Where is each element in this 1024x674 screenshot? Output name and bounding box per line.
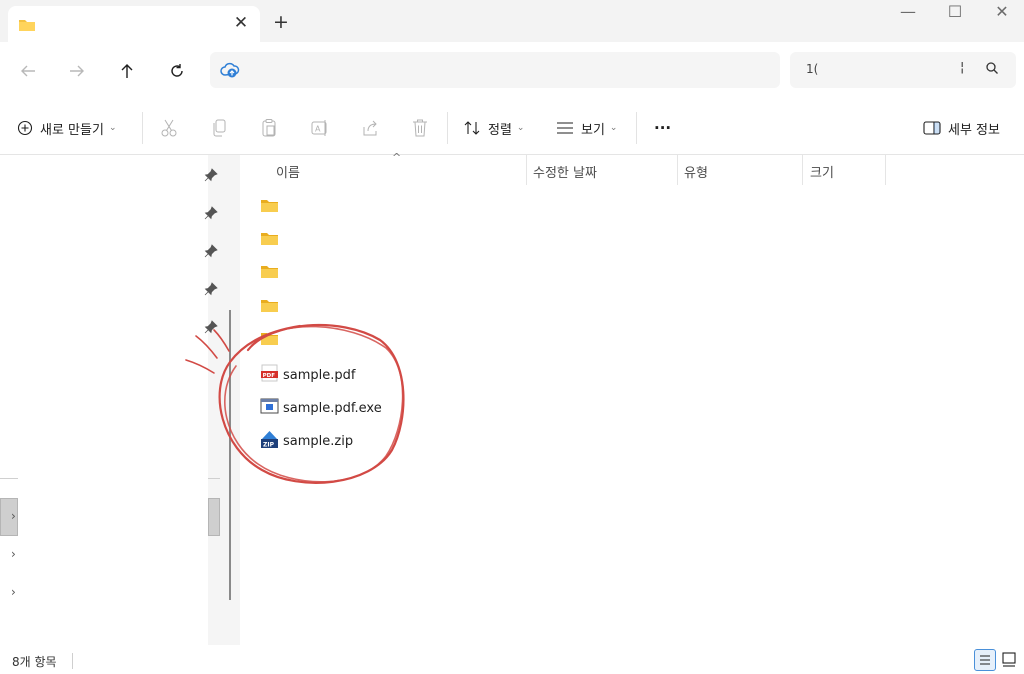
maximize-button[interactable]: ☐ bbox=[940, 2, 970, 21]
text-cursor-icon: ¦ bbox=[960, 60, 965, 75]
file-name: sample.pdf bbox=[283, 367, 356, 383]
up-arrow-icon[interactable] bbox=[113, 57, 141, 85]
pin-icon[interactable] bbox=[204, 319, 218, 338]
view-label: 보기 bbox=[581, 122, 605, 138]
list-item[interactable]: sample.pdf.exe bbox=[260, 396, 382, 420]
copy-icon[interactable] bbox=[210, 118, 228, 142]
sort-label: 정렬 bbox=[488, 122, 512, 138]
divider bbox=[72, 653, 73, 669]
status-bar: 8개 항목 bbox=[0, 645, 1024, 674]
forward-arrow-icon[interactable] bbox=[63, 57, 91, 85]
back-arrow-icon[interactable] bbox=[14, 57, 42, 85]
list-view-icon bbox=[556, 121, 574, 135]
list-item[interactable] bbox=[260, 328, 283, 352]
chevron-right-icon[interactable]: › bbox=[11, 585, 16, 599]
new-button[interactable]: 새로 만들기 ⌄ bbox=[17, 117, 116, 139]
sort-arrows-icon bbox=[463, 120, 481, 136]
close-tab-icon[interactable]: ✕ bbox=[230, 13, 252, 33]
pin-icon[interactable] bbox=[204, 243, 218, 262]
chevron-right-icon[interactable]: › bbox=[11, 547, 16, 561]
address-bar[interactable] bbox=[210, 52, 780, 88]
new-button-label: 새로 만들기 bbox=[40, 122, 104, 138]
folder-icon bbox=[260, 297, 279, 317]
list-item[interactable]: ZIP sample.zip bbox=[260, 429, 353, 453]
details-label: 세부 정보 bbox=[948, 122, 1000, 138]
file-name: sample.zip bbox=[283, 433, 354, 449]
active-tab[interactable]: ✕ bbox=[8, 6, 260, 42]
list-item[interactable] bbox=[260, 195, 283, 219]
chevron-down-icon: ⌄ bbox=[516, 123, 525, 133]
exe-file-icon bbox=[260, 397, 279, 419]
item-count: 8개 항목 bbox=[12, 655, 57, 669]
svg-text:A: A bbox=[315, 125, 321, 134]
list-item[interactable] bbox=[260, 228, 283, 252]
address-row: 1( ¦ bbox=[0, 42, 1024, 100]
paste-icon[interactable] bbox=[260, 118, 278, 142]
close-window-button[interactable]: ✕ bbox=[987, 2, 1017, 21]
sort-button[interactable]: 정렬 ⌄ bbox=[463, 117, 524, 139]
nav-item-selected[interactable] bbox=[208, 498, 220, 536]
chevron-right-icon[interactable]: › bbox=[11, 509, 16, 523]
more-options-button[interactable]: ··· bbox=[654, 117, 671, 139]
column-header-name[interactable]: 이름 bbox=[276, 162, 300, 181]
view-button[interactable]: 보기 ⌄ bbox=[556, 117, 617, 139]
navigation-tree bbox=[18, 155, 208, 645]
details-pane-icon bbox=[923, 120, 941, 136]
folder-icon bbox=[260, 330, 279, 350]
chevron-down-icon: ⌄ bbox=[108, 123, 117, 133]
more-label: ··· bbox=[654, 119, 672, 137]
folder-icon bbox=[260, 197, 279, 217]
folder-icon bbox=[260, 263, 279, 283]
column-divider[interactable] bbox=[885, 155, 886, 185]
pin-icon[interactable] bbox=[204, 167, 218, 186]
list-item[interactable] bbox=[260, 295, 283, 319]
nav-scroll-track bbox=[208, 155, 240, 645]
cloud-sync-icon bbox=[220, 61, 240, 83]
title-bar: ✕ + — ☐ ✕ bbox=[0, 0, 1024, 42]
tiles-view-icon bbox=[1002, 652, 1016, 667]
share-icon[interactable] bbox=[360, 118, 380, 142]
refresh-icon[interactable] bbox=[163, 57, 191, 85]
chevron-down-icon: ⌄ bbox=[609, 123, 618, 133]
minimize-button[interactable]: — bbox=[893, 2, 923, 21]
divider bbox=[0, 478, 18, 479]
list-item[interactable] bbox=[260, 261, 283, 285]
plus-circle-icon bbox=[17, 120, 33, 136]
svg-text:ZIP: ZIP bbox=[263, 441, 275, 448]
tiles-view-button[interactable] bbox=[999, 649, 1021, 671]
pin-icon[interactable] bbox=[204, 205, 218, 224]
pin-icon[interactable] bbox=[204, 281, 218, 300]
list-item[interactable]: PDF sample.pdf bbox=[260, 363, 355, 387]
column-divider[interactable] bbox=[802, 155, 803, 185]
delete-icon[interactable] bbox=[411, 118, 429, 142]
details-view-button[interactable] bbox=[974, 649, 996, 671]
navigation-pane bbox=[0, 155, 240, 645]
search-text: 1( bbox=[806, 62, 819, 76]
command-bar: 새로 만들기 ⌄ A 정렬 ⌄ 보기 ⌄ ··· 세부 정보 bbox=[0, 100, 1024, 155]
folder-icon bbox=[260, 230, 279, 250]
divider bbox=[636, 112, 637, 144]
column-header-type[interactable]: 유형 bbox=[684, 162, 708, 181]
file-name: sample.pdf.exe bbox=[283, 400, 382, 416]
zip-file-icon: ZIP bbox=[260, 430, 279, 453]
column-header-size[interactable]: 크기 bbox=[810, 162, 834, 181]
divider bbox=[208, 478, 220, 479]
nav-scrollbar[interactable] bbox=[229, 310, 231, 600]
divider bbox=[447, 112, 448, 144]
column-divider[interactable] bbox=[677, 155, 678, 185]
details-pane-button[interactable]: 세부 정보 bbox=[923, 117, 1000, 139]
rename-icon[interactable]: A bbox=[310, 118, 330, 142]
pdf-file-icon: PDF bbox=[260, 364, 279, 386]
search-icon[interactable] bbox=[985, 60, 999, 79]
divider bbox=[142, 112, 143, 144]
cut-icon[interactable] bbox=[160, 118, 178, 142]
search-input[interactable]: 1( ¦ bbox=[790, 52, 1016, 88]
column-divider[interactable] bbox=[526, 155, 527, 185]
folder-icon bbox=[18, 17, 36, 36]
sort-ascending-icon: ^ bbox=[392, 151, 402, 164]
column-header-modified[interactable]: 수정한 날짜 bbox=[533, 162, 597, 181]
svg-text:PDF: PDF bbox=[263, 373, 276, 379]
details-view-icon bbox=[980, 655, 990, 665]
new-tab-button[interactable]: + bbox=[270, 11, 292, 33]
